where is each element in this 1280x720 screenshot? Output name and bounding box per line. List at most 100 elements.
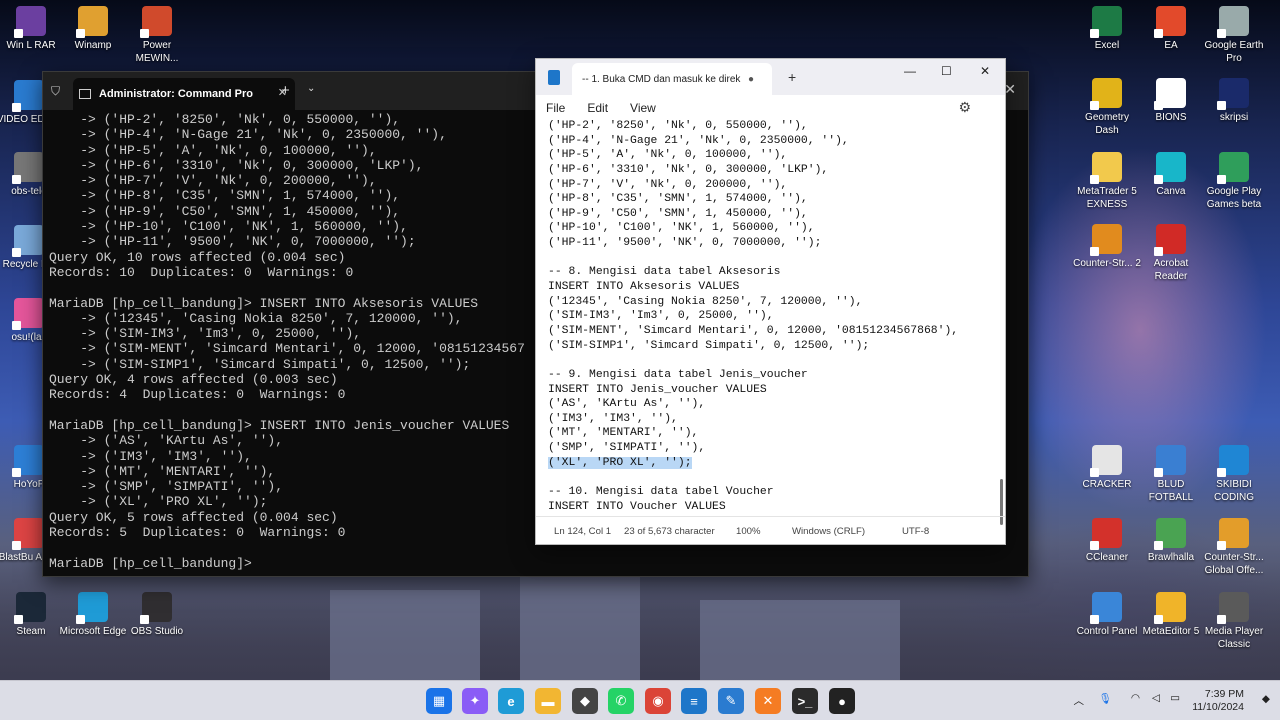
desktop-shortcut-counter-strike-2[interactable]: Counter-Str... 2 <box>1072 224 1142 270</box>
status-position: Ln 124, Col 1 <box>554 526 612 537</box>
editor-line: ('SIM-MENT', 'Simcard Mentari', 0, 12000… <box>548 324 994 339</box>
status-line-ending[interactable]: Windows (CRLF) <box>792 526 865 537</box>
menu-edit[interactable]: Edit <box>587 101 608 115</box>
new-tab-button[interactable]: + <box>788 69 796 85</box>
desktop-shortcut-winrar[interactable]: Win L RAR <box>0 6 66 52</box>
desktop-shortcut-label: Canva <box>1156 186 1186 197</box>
cmd-line: -> ('HP-11', '9500', 'NK', 0, 7000000, '… <box>49 234 416 250</box>
cmd-tab[interactable]: Administrator: Command Pro ✕ <box>73 78 295 110</box>
desktop-shortcut-media-player-classic[interactable]: Media Player Classic <box>1199 592 1269 651</box>
edge-icon <box>76 592 108 624</box>
command-prompt-output[interactable]: -> ('HP-2', '8250', 'Nk', 0, 550000, '')… <box>49 112 539 576</box>
hoyoplay-icon <box>12 445 44 477</box>
menu-file[interactable]: File <box>546 101 565 115</box>
editor-line: ('HP-10', 'C100', 'NK', 1, 560000, ''), <box>548 221 994 236</box>
desktop-shortcut-powerpoint[interactable]: Power MEWIN... <box>122 6 192 65</box>
notepad-window[interactable]: -- 1. Buka CMD dan masuk ke direk ● + — … <box>535 58 1006 545</box>
xampp-icon[interactable]: ✕ <box>755 688 781 714</box>
notepad-icon <box>548 70 560 85</box>
status-encoding[interactable]: UTF-8 <box>902 526 929 537</box>
desktop-shortcut-excel[interactable]: Excel <box>1072 6 1142 52</box>
desktop-shortcut-canva[interactable]: Canva <box>1136 152 1206 198</box>
maximize-button[interactable]: ☐ <box>941 64 952 78</box>
chrome-icon[interactable]: ◉ <box>645 688 671 714</box>
desktop-shortcut-bions[interactable]: BIONS <box>1136 78 1206 124</box>
volume-icon[interactable]: ◁ <box>1152 692 1160 704</box>
editor-line-text: ('SIM-MENT', 'Simcard Mentari', 0, 12000… <box>548 324 959 337</box>
google-play-games-icon <box>1217 152 1249 184</box>
cmd-line: Query OK, 10 rows affected (0.004 sec) <box>49 249 346 265</box>
desktop-shortcut-label: MetaTrader 5 EXNESS <box>1077 186 1137 210</box>
new-tab-button[interactable]: + <box>281 82 290 99</box>
notepad-tab-title: -- 1. Buka CMD dan masuk ke direk <box>582 74 741 85</box>
paint-icon[interactable]: ✎ <box>718 688 744 714</box>
desktop-shortcut-brawlhalla[interactable]: Brawlhalla <box>1136 518 1206 564</box>
chevron-down-icon[interactable]: ⌄ <box>307 83 315 94</box>
menu-view[interactable]: View <box>630 101 656 115</box>
notepad-tab[interactable]: -- 1. Buka CMD dan masuk ke direk ● <box>572 63 772 95</box>
editor-line-text: ('AS', 'KArtu As', ''), <box>548 398 706 411</box>
edge-taskbar-icon[interactable]: e <box>498 688 524 714</box>
desktop-shortcut-google-earth[interactable]: Google Earth Pro <box>1199 6 1269 65</box>
cmd-line: -> ('HP-4', 'N-Gage 21', 'Nk', 0, 235000… <box>49 127 447 143</box>
desktop-shortcut-label: BIONS <box>1155 112 1187 123</box>
desktop-shortcut-blud-football[interactable]: BLUD FOTBALL <box>1136 445 1206 504</box>
obs-studio-icon <box>140 592 172 624</box>
desktop-shortcut-ea[interactable]: EA <box>1136 6 1206 52</box>
media-player-classic-icon <box>1217 592 1249 624</box>
desktop-shortcut-geometry-dash[interactable]: Geometry Dash <box>1072 78 1142 137</box>
start-button-icon[interactable]: ▦ <box>426 688 452 714</box>
desktop-shortcut-label: EA <box>1164 40 1178 51</box>
desktop-shortcut-ccleaner[interactable]: CCleaner <box>1072 518 1142 564</box>
settings-gear-icon[interactable]: ⚙ <box>958 99 971 116</box>
desktop-shortcut-skripsi-file[interactable]: skripsi <box>1199 78 1269 124</box>
whatsapp-icon[interactable]: ✆ <box>608 688 634 714</box>
record-icon[interactable]: ● <box>829 688 855 714</box>
clock[interactable]: 7:39 PM 11/10/2024 <box>1192 688 1244 714</box>
desktop-shortcut-csgo[interactable]: Counter-Str... Global Offe... <box>1199 518 1269 577</box>
desktop-shortcut-google-play-games[interactable]: Google Play Games beta <box>1199 152 1269 211</box>
desktop-shortcut-metaeditor[interactable]: MetaEditor 5 <box>1136 592 1206 638</box>
notepad-titlebar[interactable]: -- 1. Buka CMD dan masuk ke direk ● + — … <box>536 59 1005 95</box>
desktop-shortcut-label: SKIBIDI CODING <box>1214 479 1254 503</box>
battery-icon[interactable]: ▭ <box>1170 692 1180 704</box>
desktop-shortcut-vscode[interactable]: SKIBIDI CODING <box>1199 445 1269 504</box>
cmd-line: -> ('HP-5', 'A', 'Nk', 0, 100000, ''), <box>49 142 377 158</box>
desktop-shortcut-cracker[interactable]: CRACKER <box>1072 445 1142 491</box>
desktop-shortcut-metatrader[interactable]: MetaTrader 5 EXNESS <box>1072 152 1142 211</box>
notification-icon[interactable]: ◆ <box>1262 693 1270 705</box>
desktop-shortcut-obs-studio[interactable]: OBS Studio <box>122 592 192 638</box>
terminal-icon[interactable]: >_ <box>792 688 818 714</box>
copilot-icon[interactable]: ✦ <box>462 688 488 714</box>
cmd-line: MariaDB [hp_cell_bandung]> INSERT INTO A… <box>49 295 479 311</box>
clock-date: 11/10/2024 <box>1192 701 1244 713</box>
editor-line-text: ('SIM-SIMP1', 'Simcard Simpati', 0, 1250… <box>548 339 870 352</box>
notepad-editor[interactable]: ('HP-2', '8250', 'Nk', 0, 550000, ''), ('… <box>548 119 994 515</box>
chevron-up-icon[interactable]: ︿ <box>1074 693 1085 708</box>
desktop-shortcut-steam[interactable]: Steam <box>0 592 66 638</box>
editor-line-text: ('HP-2', '8250', 'Nk', 0, 550000, ''), <box>548 120 808 132</box>
unsaved-dot-icon[interactable]: ● <box>748 74 754 85</box>
close-window-button[interactable]: ✕ <box>1004 81 1016 98</box>
close-button[interactable]: ✕ <box>980 64 990 78</box>
wifi-icon[interactable]: ◠ <box>1131 692 1140 704</box>
desktop-shortcut-control-panel[interactable]: Control Panel <box>1072 592 1142 638</box>
desktop-shortcut-edge[interactable]: Microsoft Edge <box>58 592 128 638</box>
cmd-tab-title: Administrator: Command Pro <box>99 88 254 100</box>
desktop-shortcut-label: Winamp <box>74 40 112 51</box>
status-zoom[interactable]: 100% <box>736 526 761 537</box>
desktop-shortcut-winamp[interactable]: Winamp <box>58 6 128 52</box>
desktop-shortcut-acrobat[interactable]: Acrobat Reader <box>1136 224 1206 283</box>
microphone-icon[interactable]: 🎙 <box>1099 692 1112 705</box>
cmd-line: -> ('SIM-SIMP1', 'Simcard Simpati', 0, 1… <box>49 356 471 372</box>
editor-line: ('HP-5', 'A', 'Nk', 0, 100000, ''), <box>548 148 994 163</box>
notepad-taskbar-icon[interactable]: ≡ <box>681 688 707 714</box>
google-earth-icon <box>1217 6 1249 38</box>
file-explorer-icon[interactable]: ▬ <box>535 688 561 714</box>
editor-line: -- 9. Mengisi data tabel Jenis_voucher <box>548 368 994 383</box>
editor-line: ('XL', 'PRO XL', ''); <box>548 456 994 471</box>
desktop-shortcut-label: Acrobat Reader <box>1153 258 1189 282</box>
minimize-button[interactable]: — <box>904 64 916 78</box>
app-cube-icon[interactable]: ◆ <box>572 688 598 714</box>
metaeditor-icon <box>1154 592 1186 624</box>
